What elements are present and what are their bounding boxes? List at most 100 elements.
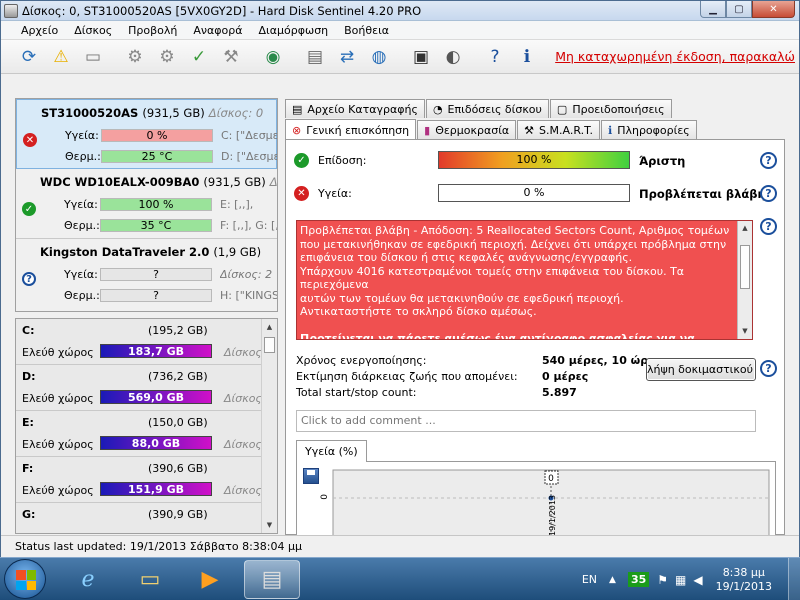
help-icon[interactable]: ?: [760, 152, 777, 169]
help-icon[interactable]: ?: [760, 218, 777, 235]
free-space-label: Ελεύθ χώρος: [22, 484, 94, 497]
start-button[interactable]: [4, 559, 46, 599]
help-icon[interactable]: ?: [760, 185, 777, 202]
maximize-button[interactable]: ▢: [726, 1, 752, 18]
partition-scrollbar[interactable]: ▲ ▼: [261, 319, 277, 533]
menu-configuration[interactable]: Διαμόρφωση: [251, 24, 337, 37]
partition-item[interactable]: F: (390,6 GB) Ελεύθ χώρος 151,9 GB Δίσκο…: [16, 457, 277, 503]
health-description: Προβλέπεται βλάβη - Απόδοση: 5 Reallocat…: [296, 220, 753, 340]
temp-label: Θερμ.:: [65, 150, 101, 163]
comment-field[interactable]: Click to add comment ...: [296, 410, 756, 432]
disk-item[interactable]: Kingston DataTraveler 2.0 (1,9 GB) ? Υγε…: [16, 239, 277, 309]
report-icon[interactable]: ▤: [301, 43, 329, 71]
partition-size: (195,2 GB): [148, 324, 208, 337]
point-label: 0: [548, 474, 554, 484]
health-bar: 100 %: [100, 198, 212, 211]
menu-disk[interactable]: Δίσκος: [66, 24, 120, 37]
free-space-label: Ελεύθ χώρος: [22, 438, 94, 451]
disk-index: Δίσκος: 2: [220, 268, 273, 281]
hard-disk-sentinel-icon[interactable]: ▤: [244, 560, 300, 599]
scroll-up-icon[interactable]: ▲: [738, 221, 752, 236]
refresh-icon[interactable]: ⟳: [15, 43, 43, 71]
disk-model: WDC WD10EALX-009BA0: [40, 175, 200, 189]
partition-item[interactable]: D: (736,2 GB) Ελεύθ χώρος 569,0 GB Δίσκο…: [16, 365, 277, 411]
chart-tab[interactable]: Υγεία (%): [296, 440, 367, 462]
partition-letter: G:: [22, 508, 36, 521]
language-indicator[interactable]: EN: [582, 573, 597, 586]
menu-help[interactable]: Βοήθεια: [336, 24, 397, 37]
minimize-button[interactable]: ▁: [700, 1, 726, 18]
menu-report[interactable]: Αναφορά: [185, 24, 250, 37]
partition-item[interactable]: G: (390,9 GB): [16, 503, 277, 533]
temp-bar: 25 °C: [101, 150, 213, 163]
disk-volumes: E: [,,],: [220, 198, 254, 211]
tab-temperature[interactable]: ▮ Θερμοκρασία: [417, 120, 517, 139]
show-hidden-icons-icon[interactable]: ▲: [609, 575, 616, 585]
disk-volumes: C: ["Δεσμευμένο: [221, 129, 277, 142]
lifetime-label: Εκτίμηση διάρκειας ζωής που απομένει:: [296, 370, 518, 383]
scroll-down-icon[interactable]: ▼: [262, 517, 277, 533]
test-button[interactable]: ιλήψη δοκιμαστικού: [646, 358, 756, 381]
scroll-thumb[interactable]: [740, 245, 750, 289]
sound-icon[interactable]: ◐: [439, 43, 467, 71]
partition-size: (736,2 GB): [148, 370, 208, 383]
help-icon[interactable]: ?: [481, 43, 509, 71]
health-chart: Υγεία (%) 0 0 19/1/2013: [296, 440, 776, 540]
clock[interactable]: 8:38 μμ 19/1/2013: [716, 566, 772, 594]
system-tray: EN ▲ 35 ⚑ ▦ ◀ 8:38 μμ 19/1/2013: [582, 558, 800, 600]
sync-icon[interactable]: ⇄: [333, 43, 361, 71]
info-icon: ℹ: [608, 123, 613, 137]
health-label: Υγεία:: [64, 268, 98, 281]
error-icon: ✕: [294, 185, 309, 201]
check-icon[interactable]: ✓: [185, 43, 213, 71]
disk-model: ST31000520AS: [41, 106, 139, 120]
disk-volumes: F: [,,], G: [,,]: [220, 219, 278, 232]
monitor-icon[interactable]: ▣: [407, 43, 435, 71]
scroll-thumb[interactable]: [264, 337, 275, 353]
show-desktop-button[interactable]: [788, 558, 800, 600]
tab-information[interactable]: ℹ Πληροφορίες: [601, 120, 697, 139]
menu-view[interactable]: Προβολή: [120, 24, 185, 37]
web-icon[interactable]: ◉: [259, 43, 287, 71]
tool-icon[interactable]: ⚒: [217, 43, 245, 71]
warning-icon[interactable]: ⚠: [47, 43, 75, 71]
menu-bar: Αρχείο Δίσκος Προβολή Αναφορά Διαμόρφωση…: [1, 21, 799, 40]
alert-line: Προβλέπεται βλάβη - Απόδοση: 5 Reallocat…: [300, 224, 730, 237]
volume-icon[interactable]: ◀: [693, 573, 702, 587]
test-icon[interactable]: ⚙: [121, 43, 149, 71]
partition-item[interactable]: E: (150,0 GB) Ελεύθ χώρος 88,0 GB Δίσκος…: [16, 411, 277, 457]
explorer-icon[interactable]: ▭: [122, 560, 178, 599]
tab-performance[interactable]: ◔ Επιδόσεις δίσκου: [425, 99, 549, 118]
performance-bar: 100 %: [438, 151, 630, 169]
internet-explorer-icon[interactable]: ℯ: [60, 560, 116, 599]
close-button[interactable]: ✕: [752, 1, 795, 18]
scroll-up-icon[interactable]: ▲: [262, 319, 277, 335]
disk-item[interactable]: ST31000520AS (931,5 GB) Δίσκος: 0 ✕ Υγεί…: [16, 99, 277, 169]
disk-index: Δίσκος: [269, 175, 278, 189]
media-player-icon[interactable]: ▶: [182, 560, 238, 599]
partition-letter: E:: [22, 416, 34, 429]
menu-file[interactable]: Αρχείο: [13, 24, 66, 37]
network-icon[interactable]: ◍: [365, 43, 393, 71]
flag-icon[interactable]: ⚑: [657, 573, 668, 587]
help-icon[interactable]: ?: [760, 360, 777, 377]
unregistered-link[interactable]: Μη καταχωρημένη έκδοση, παρακαλώ: [555, 49, 795, 64]
disk-item[interactable]: WDC WD10EALX-009BA0 (931,5 GB) Δίσκος ✓ …: [16, 169, 277, 239]
log-icon: ▤: [292, 102, 303, 116]
tab-smart[interactable]: ⚒ S.M.A.R.T.: [517, 120, 600, 139]
description-scrollbar[interactable]: ▲ ▼: [737, 221, 752, 339]
network-icon[interactable]: ▦: [675, 573, 686, 587]
scroll-down-icon[interactable]: ▼: [738, 324, 752, 339]
tab-log[interactable]: ▤ Αρχείο Καταγραφής: [285, 99, 425, 118]
drive-icon[interactable]: ▭: [79, 43, 107, 71]
startstop-value: 5.897: [542, 386, 577, 399]
tab-alerts[interactable]: ▢ Προειδοποιήσεις: [549, 99, 672, 118]
disk-size: (931,5 GB): [203, 175, 266, 189]
partition-item[interactable]: C: (195,2 GB) Ελεύθ χώρος 183,7 GB Δίσκο…: [16, 319, 277, 365]
health-bar: ?: [100, 268, 212, 281]
disk-temperature-badge[interactable]: 35: [627, 572, 650, 587]
temp-bar: 35 °C: [100, 219, 212, 232]
tab-overview[interactable]: ⊗ Γενική επισκόπηση: [285, 119, 417, 140]
surface-test-icon[interactable]: ⚙: [153, 43, 181, 71]
about-icon[interactable]: ℹ: [513, 43, 541, 71]
